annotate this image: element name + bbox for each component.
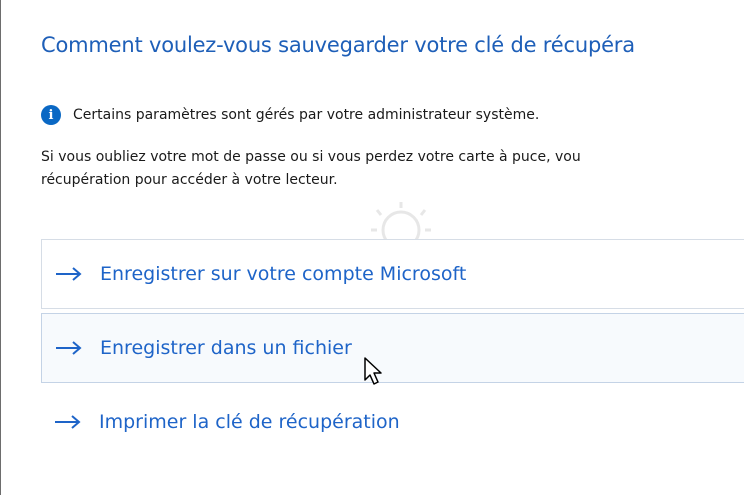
arrow-right-icon xyxy=(54,266,84,282)
recovery-key-dialog: Comment voulez-vous sauvegarder votre cl… xyxy=(0,0,744,495)
info-icon: i xyxy=(41,105,61,125)
description: Si vous oubliez votre mot de passe ou si… xyxy=(41,146,744,192)
save-to-microsoft-account-option[interactable]: Enregistrer sur votre compte Microsoft xyxy=(41,239,744,309)
description-line-1: Si vous oubliez votre mot de passe ou si… xyxy=(41,149,581,165)
print-recovery-key-option[interactable]: Imprimer la clé de récupération xyxy=(41,386,744,458)
dialog-title: Comment voulez-vous sauvegarder votre cl… xyxy=(41,33,635,57)
option-label: Imprimer la clé de récupération xyxy=(99,411,400,433)
admin-notice-text: Certains paramètres sont gérés par votre… xyxy=(73,107,540,123)
option-label: Enregistrer dans un fichier xyxy=(100,337,352,359)
arrow-right-icon xyxy=(53,414,83,430)
description-line-2: récupération pour accéder à votre lecteu… xyxy=(41,172,338,188)
option-label: Enregistrer sur votre compte Microsoft xyxy=(100,263,467,285)
save-to-file-option[interactable]: Enregistrer dans un fichier xyxy=(41,313,744,383)
arrow-right-icon xyxy=(54,340,84,356)
admin-notice: i Certains paramètres sont gérés par vot… xyxy=(41,103,539,127)
